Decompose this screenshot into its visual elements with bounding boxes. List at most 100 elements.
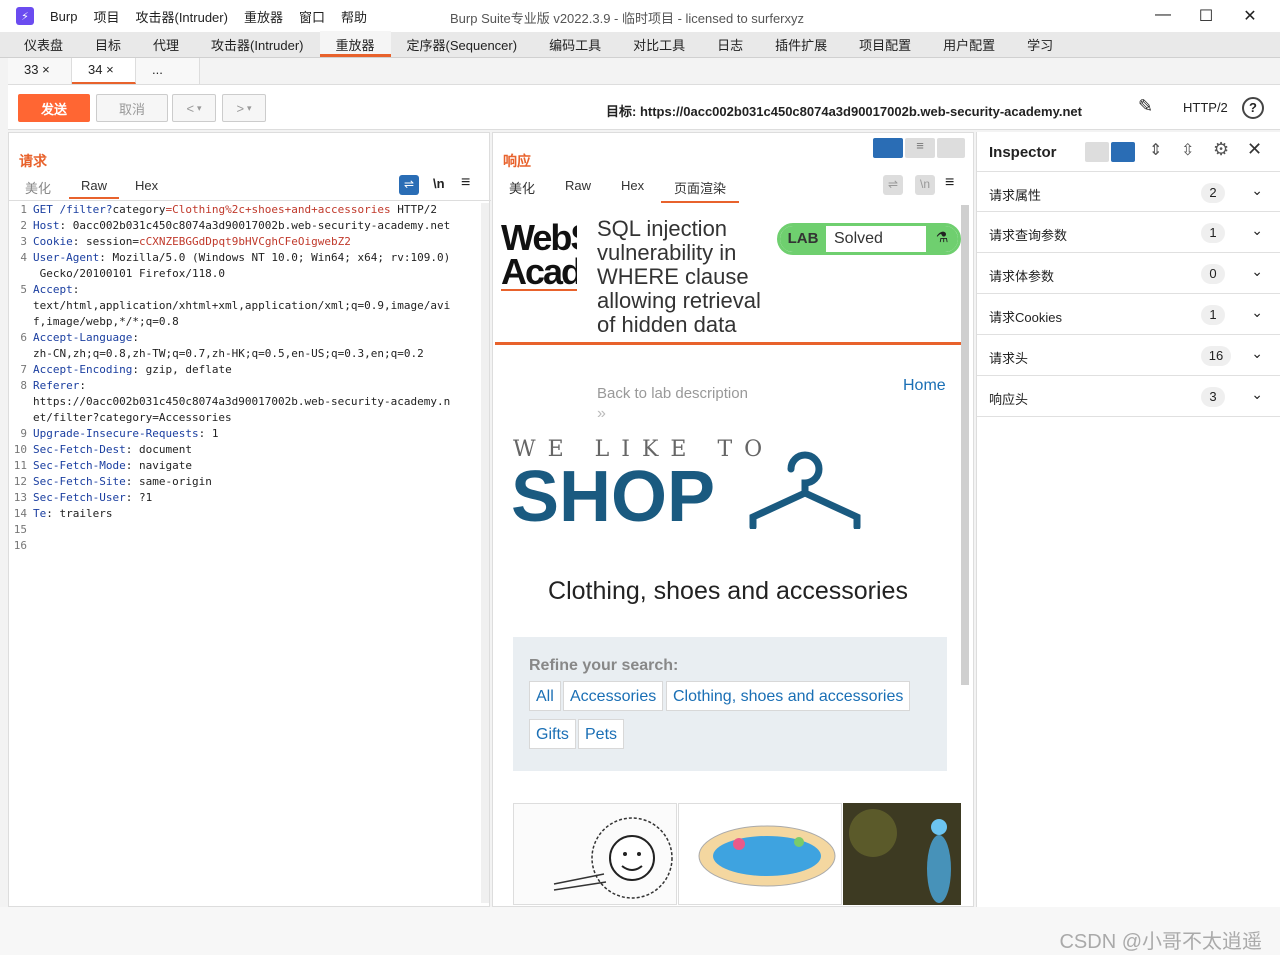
tab-dashboard[interactable]: 仪表盘	[8, 31, 79, 57]
product-image-pool[interactable]	[678, 803, 842, 905]
inspector-row-query-params[interactable]: 请求查询参数 1 ⌄	[977, 212, 1280, 253]
tab-sequencer[interactable]: 定序器(Sequencer)	[391, 31, 534, 57]
request-line[interactable]: 3 Cookie: session=cCXNZEBGGdDpqt9bHVCghCF…	[9, 235, 351, 248]
request-line[interactable]: 7 Accept-Encoding: gzip, deflate	[9, 363, 231, 376]
inspector-row-request-attributes[interactable]: 请求属性 2 ⌄	[977, 171, 1280, 212]
tab-user-options[interactable]: 用户配置	[927, 31, 1011, 57]
inspector-settings-icon[interactable]: ⚙	[1213, 139, 1229, 160]
repeater-tab-34[interactable]: 34 ×	[72, 58, 136, 84]
tab-proxy[interactable]: 代理	[137, 31, 195, 57]
menu-burp[interactable]: Burp	[42, 9, 85, 24]
tab-learn[interactable]: 学习	[1011, 31, 1069, 57]
title-bar: ⚡ Burp 项目 攻击器(Intruder) 重放器 窗口 帮助 Burp S…	[0, 0, 1280, 32]
request-editor[interactable]: 1 GET /filter?category=Clothing%2c+shoes+…	[9, 203, 481, 903]
request-line[interactable]: 14 Te: trailers	[9, 507, 113, 520]
request-line[interactable]: 16	[9, 539, 33, 552]
request-line[interactable]: 10 Sec-Fetch-Dest: document	[9, 443, 192, 456]
response-wrap-icon[interactable]: ⇌	[883, 175, 903, 195]
request-tab-pretty[interactable]: 美化	[25, 178, 51, 197]
menu-repeater[interactable]: 重放器	[236, 7, 291, 26]
repeater-tab-33[interactable]: 33 ×	[8, 58, 72, 84]
minimize-icon[interactable]: —	[1153, 6, 1173, 24]
tab-intruder[interactable]: 攻击器(Intruder)	[195, 31, 319, 57]
newline-toggle[interactable]: \n	[433, 176, 445, 191]
filter-gifts[interactable]: Gifts	[529, 719, 576, 749]
csdn-watermark: CSDN @小哥不太逍遥	[1059, 931, 1262, 953]
response-menu-icon[interactable]: ≡	[945, 174, 954, 192]
inspector-layout-right-icon[interactable]	[1111, 142, 1135, 162]
request-menu-icon[interactable]: ≡	[461, 174, 470, 192]
request-line[interactable]: 4 User-Agent: Mozilla/5.0 (Windows NT 10.…	[9, 251, 450, 264]
tab-extensions[interactable]: 插件扩展	[759, 31, 843, 57]
product-image-sketch[interactable]	[513, 803, 677, 905]
request-line[interactable]: 5 Accept:	[9, 283, 79, 296]
home-link[interactable]: Home	[903, 377, 946, 395]
rendered-page: WebS Acad SQL injection vulnerability in…	[495, 205, 961, 905]
tab-repeater[interactable]: 重放器	[319, 31, 391, 57]
response-newline-toggle[interactable]: \n	[915, 175, 935, 195]
response-tab-hex[interactable]: Hex	[621, 178, 644, 193]
menu-intruder[interactable]: 攻击器(Intruder)	[127, 7, 235, 26]
request-line[interactable]: 9 Upgrade-Insecure-Requests: 1	[9, 427, 218, 440]
edit-target-icon[interactable]: ✎	[1138, 96, 1153, 117]
request-line[interactable]: 13 Sec-Fetch-User: ?1	[9, 491, 152, 504]
menu-project[interactable]: 项目	[85, 7, 127, 26]
request-tab-hex[interactable]: Hex	[135, 178, 158, 193]
cancel-button[interactable]: 取消	[96, 94, 168, 122]
filter-clothing[interactable]: Clothing, shoes and accessories	[666, 681, 911, 711]
forward-button[interactable]: > ▾	[222, 94, 266, 122]
request-line[interactable]: 12 Sec-Fetch-Site: same-origin	[9, 475, 212, 488]
response-scrollbar[interactable]	[961, 205, 969, 685]
filter-pets[interactable]: Pets	[578, 719, 625, 749]
tab-project-options[interactable]: 项目配置	[843, 31, 927, 57]
inspector-layout-left-icon[interactable]	[1085, 142, 1109, 162]
request-line[interactable]: text/html,application/xhtml+xml,applicat…	[9, 299, 450, 312]
wrap-lines-icon[interactable]: ⇌	[399, 175, 419, 195]
back-button[interactable]: < ▾	[172, 94, 216, 122]
response-tab-pretty[interactable]: 美化	[509, 178, 535, 197]
response-tab-render[interactable]: 页面渲染	[661, 178, 739, 203]
send-button[interactable]: 发送	[18, 94, 90, 122]
inspector-row-request-headers[interactable]: 请求头 16 ⌄	[977, 335, 1280, 376]
hologram-figure-icon	[843, 803, 961, 905]
request-line[interactable]: Gecko/20100101 Firefox/118.0	[9, 267, 225, 280]
request-line[interactable]: 1 GET /filter?category=Clothing%2c+shoes+…	[9, 203, 437, 216]
request-line[interactable]: 15	[9, 523, 33, 536]
tab-logger[interactable]: 日志	[701, 31, 759, 57]
request-line[interactable]: et/filter?category=Accessories	[9, 411, 232, 424]
help-icon[interactable]: ?	[1242, 97, 1264, 119]
maximize-icon[interactable]: ☐	[1196, 6, 1216, 26]
close-window-icon[interactable]: ✕	[1240, 6, 1260, 26]
request-line[interactable]: 2 Host: 0acc002b031c450c8074a3d90017002b.…	[9, 219, 450, 232]
tab-comparer[interactable]: 对比工具	[617, 31, 701, 57]
filter-accessories[interactable]: Accessories	[563, 681, 664, 711]
collapse-all-icon[interactable]: ⇳	[1181, 140, 1194, 160]
request-line[interactable]: 6 Accept-Language:	[9, 331, 139, 344]
protocol-label[interactable]: HTTP/2	[1183, 100, 1228, 115]
product-image-hologram[interactable]	[843, 803, 961, 905]
request-line[interactable]: 11 Sec-Fetch-Mode: navigate	[9, 459, 192, 472]
layout-single-icon[interactable]	[937, 138, 965, 158]
inspector-row-body-params[interactable]: 请求体参数 0 ⌄	[977, 253, 1280, 294]
layout-horizontal-icon[interactable]: ≡	[905, 138, 935, 158]
filter-all[interactable]: All	[529, 681, 561, 711]
request-line[interactable]: 8 Referer:	[9, 379, 86, 392]
expand-all-icon[interactable]: ⇕	[1149, 140, 1162, 160]
request-line[interactable]: f,image/webp,*/*;q=0.8	[9, 315, 179, 328]
tab-target[interactable]: 目标	[79, 31, 137, 57]
response-tab-raw[interactable]: Raw	[565, 178, 591, 193]
repeater-tab-more[interactable]: ...	[136, 58, 200, 84]
tab-decoder[interactable]: 编码工具	[533, 31, 617, 57]
inspector-row-response-headers[interactable]: 响应头 3 ⌄	[977, 376, 1280, 417]
menu-window[interactable]: 窗口	[291, 7, 333, 26]
inspector-close-icon[interactable]: ✕	[1247, 139, 1262, 160]
request-scrollbar[interactable]	[481, 203, 489, 903]
lab-badge: LAB	[780, 226, 826, 252]
back-to-lab-link[interactable]: Back to lab description	[597, 385, 748, 402]
layout-split-icon[interactable]	[873, 138, 903, 158]
request-tab-raw[interactable]: Raw	[69, 178, 119, 199]
request-line[interactable]: zh-CN,zh;q=0.8,zh-TW;q=0.7,zh-HK;q=0.5,e…	[9, 347, 424, 360]
menu-help[interactable]: 帮助	[333, 7, 375, 26]
inspector-row-cookies[interactable]: 请求Cookies 1 ⌄	[977, 294, 1280, 335]
request-line[interactable]: https://0acc002b031c450c8074a3d90017002b…	[9, 395, 450, 408]
